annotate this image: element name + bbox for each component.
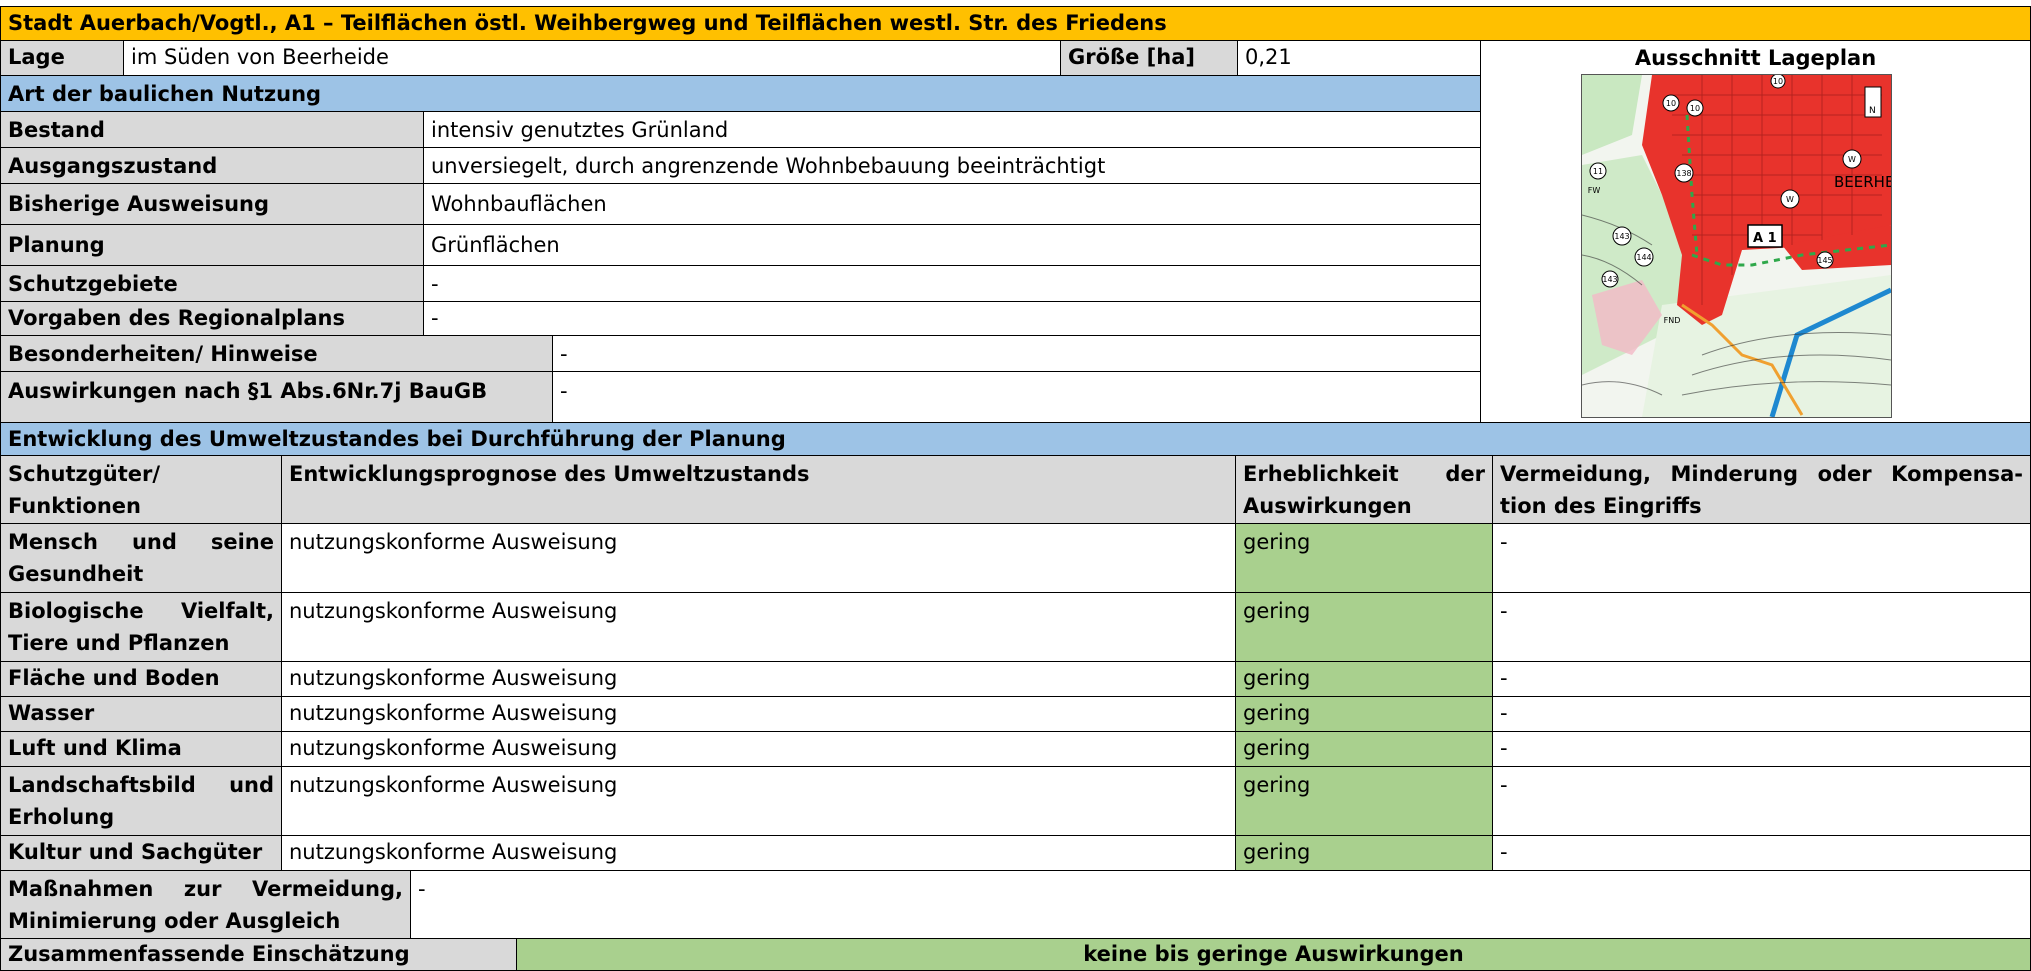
col-header-prognose: Entwicklungsprognose des Umweltzustands bbox=[281, 455, 1236, 524]
erheblichkeit-flaeche-boden: gering bbox=[1235, 661, 1493, 697]
col-header-vermeidung-line1: Vermeidung, Minderung oder Kompensa- bbox=[1500, 462, 2023, 486]
row-label-planung: Planung bbox=[0, 224, 424, 266]
schutzgut-mensch-line2: Gesundheit bbox=[8, 562, 144, 586]
row-label-besonderheiten: Besonderheiten/ Hinweise bbox=[0, 335, 553, 372]
prognose-luft-klima: nutzungskonforme Ausweisung bbox=[281, 731, 1236, 767]
massnahmen-value: - bbox=[410, 870, 2031, 939]
row-value-bestand: intensiv genutztes Grünland bbox=[423, 111, 1481, 148]
row-label-ausgangszustand: Ausgangszustand bbox=[0, 147, 424, 184]
row-value-schutzgebiete: - bbox=[423, 265, 1481, 302]
map-text-10c: 10 bbox=[1773, 77, 1783, 86]
map-text-north: N bbox=[1869, 106, 1876, 116]
map-text-a1: A 1 bbox=[1753, 231, 1777, 246]
massnahme-biologische-vielfalt: - bbox=[1492, 592, 2031, 662]
erheblichkeit-kultur-sachgueter: gering bbox=[1235, 835, 1493, 871]
site-plan-map-drawing: A 1 BEERHE N W W FW FND 10 10 10 11 138 … bbox=[1582, 75, 1891, 417]
massnahmen-label: Maßnahmen zur Vermeidung, Minimierung od… bbox=[0, 870, 411, 939]
map-text-w1: W bbox=[1848, 155, 1856, 164]
massnahme-luft-klima: - bbox=[1492, 731, 2031, 767]
map-text-w2: W bbox=[1786, 195, 1794, 204]
map-label: Ausschnitt Lageplan bbox=[1634, 46, 1877, 70]
col-header-schutzgueter: Schutzgüter/ Funktionen bbox=[0, 455, 282, 524]
row-label-regionalplan: Vorgaben des Regionalplans bbox=[0, 301, 424, 336]
prognose-mensch: nutzungskonforme Ausweisung bbox=[281, 523, 1236, 593]
massnahme-wasser: - bbox=[1492, 696, 2031, 732]
col-header-vermeidung: Vermeidung, Minderung oder Kompensa- tio… bbox=[1492, 455, 2031, 524]
erheblichkeit-landschaftsbild: gering bbox=[1235, 766, 1493, 836]
col-header-erheblichkeit-line2: Auswirkungen bbox=[1243, 494, 1412, 518]
map-text-10a: 10 bbox=[1666, 99, 1676, 108]
massnahme-kultur-sachgueter: - bbox=[1492, 835, 2031, 871]
schutzgut-luft-klima: Luft und Klima bbox=[0, 731, 282, 767]
schutzgut-biologische-vielfalt-line2: Tiere und Pflanzen bbox=[8, 631, 230, 655]
massnahmen-label-line1: Maßnahmen zur Vermeidung, bbox=[8, 877, 403, 901]
erheblichkeit-wasser: gering bbox=[1235, 696, 1493, 732]
massnahmen-label-line2: Minimierung oder Ausgleich bbox=[8, 909, 341, 933]
erheblichkeit-mensch: gering bbox=[1235, 523, 1493, 593]
map-text-138: 138 bbox=[1676, 169, 1691, 178]
prognose-wasser: nutzungskonforme Ausweisung bbox=[281, 696, 1236, 732]
schutzgut-mensch-line1: Mensch und seine bbox=[8, 530, 274, 554]
col-header-vermeidung-line2: tion des Eingriffs bbox=[1500, 494, 1702, 518]
schutzgut-wasser: Wasser bbox=[0, 696, 282, 732]
massnahme-flaeche-boden: - bbox=[1492, 661, 2031, 697]
site-plan-map: A 1 BEERHE N W W FW FND 10 10 10 11 138 … bbox=[1581, 74, 1892, 418]
map-text-fw: FW bbox=[1588, 186, 1601, 195]
massnahme-mensch: - bbox=[1492, 523, 2031, 593]
lage-label: Lage bbox=[0, 40, 124, 76]
col-header-schutzgueter-line2: Funktionen bbox=[8, 494, 141, 518]
prognose-biologische-vielfalt: nutzungskonforme Ausweisung bbox=[281, 592, 1236, 662]
document-title: Stadt Auerbach/Vogtl., A1 – Teilflächen … bbox=[0, 6, 2031, 41]
section-header-nutzung: Art der baulichen Nutzung bbox=[0, 75, 1481, 112]
row-label-auswirkungen-baugb: Auswirkungen nach §1 Abs.6Nr.7j BauGB bbox=[0, 371, 553, 423]
map-text-145: 145 bbox=[1817, 256, 1832, 265]
col-header-schutzgueter-line1: Schutzgüter/ bbox=[8, 462, 161, 486]
col-header-erheblichkeit: Erheblichkeit der Auswirkungen bbox=[1235, 455, 1493, 524]
massnahme-landschaftsbild: - bbox=[1492, 766, 2031, 836]
row-value-bisherige-ausweisung: Wohnbauflächen bbox=[423, 183, 1481, 225]
col-header-erheblichkeit-word2: der bbox=[1445, 462, 1485, 486]
schutzgut-landschaftsbild-line1: Landschaftsbild und bbox=[8, 773, 274, 797]
map-text-144: 144 bbox=[1636, 253, 1651, 262]
map-text-village: BEERHE bbox=[1834, 173, 1891, 191]
schutzgut-biologische-vielfalt: Biologische Vielfalt, Tiere und Pflanzen bbox=[0, 592, 282, 662]
zusammenfassung-value: keine bis geringe Auswirkungen bbox=[516, 938, 2031, 971]
erheblichkeit-luft-klima: gering bbox=[1235, 731, 1493, 767]
row-value-auswirkungen-baugb: - bbox=[552, 371, 1481, 423]
zusammenfassung-label: Zusammenfassende Einschätzung bbox=[0, 938, 517, 971]
schutzgut-landschaftsbild: Landschaftsbild und Erholung bbox=[0, 766, 282, 836]
row-value-regionalplan: - bbox=[423, 301, 1481, 336]
row-value-besonderheiten: - bbox=[552, 335, 1481, 372]
col-header-erheblichkeit-line1: Erheblichkeit der bbox=[1243, 458, 1485, 490]
col-header-erheblichkeit-word1: Erheblichkeit bbox=[1243, 462, 1399, 486]
erheblichkeit-biologische-vielfalt: gering bbox=[1235, 592, 1493, 662]
map-text-11: 11 bbox=[1593, 167, 1603, 176]
map-text-10b: 10 bbox=[1690, 104, 1700, 113]
section-header-entwicklung: Entwicklung des Umweltzustandes bei Durc… bbox=[0, 422, 2031, 456]
groesse-value: 0,21 bbox=[1237, 40, 1481, 76]
prognose-kultur-sachgueter: nutzungskonforme Ausweisung bbox=[281, 835, 1236, 871]
map-text-143b: 143 bbox=[1602, 275, 1617, 284]
schutzgut-mensch: Mensch und seine Gesundheit bbox=[0, 523, 282, 593]
prognose-landschaftsbild: nutzungskonforme Ausweisung bbox=[281, 766, 1236, 836]
row-label-bestand: Bestand bbox=[0, 111, 424, 148]
schutzgut-kultur-sachgueter: Kultur und Sachgüter bbox=[0, 835, 282, 871]
schutzgut-landschaftsbild-line2: Erholung bbox=[8, 805, 115, 829]
groesse-label: Größe [ha] bbox=[1060, 40, 1238, 76]
lage-value: im Süden von Beerheide bbox=[123, 40, 1061, 76]
row-value-planung: Grünflächen bbox=[423, 224, 1481, 266]
map-text-143a: 143 bbox=[1614, 232, 1629, 241]
prognose-flaeche-boden: nutzungskonforme Ausweisung bbox=[281, 661, 1236, 697]
row-label-schutzgebiete: Schutzgebiete bbox=[0, 265, 424, 302]
map-text-fnd: FND bbox=[1664, 316, 1681, 325]
schutzgut-flaeche-boden: Fläche und Boden bbox=[0, 661, 282, 697]
row-label-bisherige-ausweisung: Bisherige Ausweisung bbox=[0, 183, 424, 225]
schutzgut-biologische-vielfalt-line1: Biologische Vielfalt, bbox=[8, 599, 274, 623]
row-value-ausgangszustand: unversiegelt, durch angrenzende Wohnbeba… bbox=[423, 147, 1481, 184]
